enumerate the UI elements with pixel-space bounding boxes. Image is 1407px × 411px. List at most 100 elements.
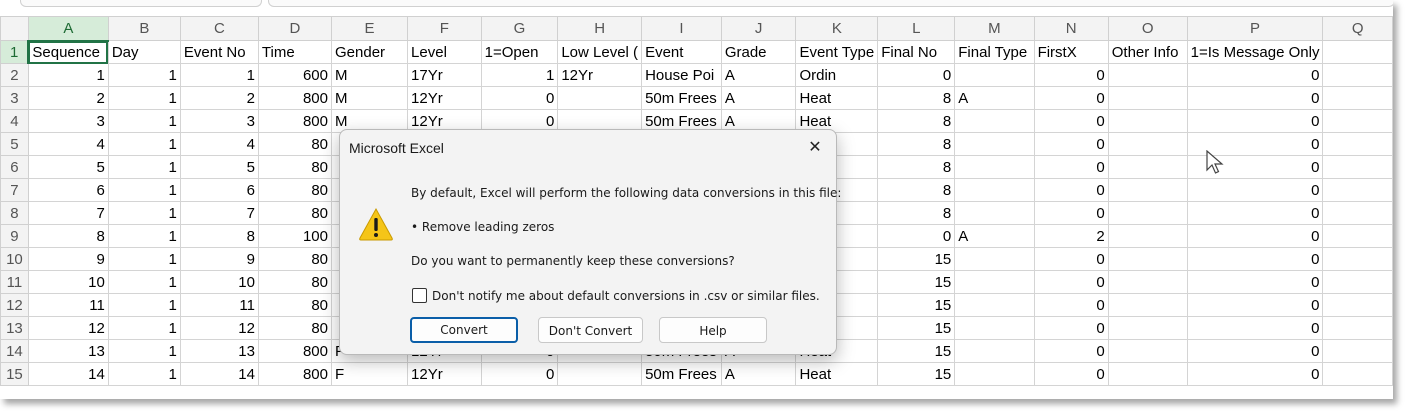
data-cell[interactable]: 1 <box>107 293 181 317</box>
data-cell[interactable] <box>1322 132 1393 156</box>
data-cell[interactable] <box>1322 270 1393 294</box>
data-cell[interactable]: 100 <box>257 224 333 248</box>
data-cell[interactable] <box>954 132 1035 156</box>
data-cell[interactable] <box>1107 316 1188 340</box>
data-cell[interactable] <box>1322 86 1393 110</box>
data-cell[interactable]: 8 <box>877 86 956 110</box>
close-icon[interactable]: ✕ <box>803 136 827 158</box>
select-all-corner[interactable] <box>0 16 29 41</box>
data-cell[interactable]: 13 <box>27 339 109 363</box>
data-cell[interactable]: 14 <box>27 362 109 386</box>
data-cell[interactable]: 0 <box>1186 109 1324 133</box>
data-cell[interactable] <box>1107 178 1188 202</box>
data-cell[interactable]: 15 <box>877 316 956 340</box>
header-cell[interactable]: Other Info <box>1107 40 1188 64</box>
data-cell[interactable]: 80 <box>257 316 333 340</box>
data-cell[interactable]: 8 <box>877 201 956 225</box>
help-button[interactable]: Help <box>659 317 767 343</box>
data-cell[interactable] <box>1107 339 1188 363</box>
data-cell[interactable]: 0 <box>1033 293 1109 317</box>
header-cell[interactable]: FirstX <box>1033 40 1109 64</box>
data-cell[interactable] <box>1322 155 1393 179</box>
row-header[interactable]: 1 <box>0 40 30 64</box>
row-header[interactable]: 8 <box>0 201 29 225</box>
notify-checkbox[interactable] <box>412 288 427 303</box>
header-cell[interactable]: Level <box>407 40 482 64</box>
data-cell[interactable]: 1 <box>107 362 181 386</box>
data-cell[interactable]: A <box>954 86 1035 110</box>
data-cell[interactable]: 2 <box>1033 224 1109 248</box>
data-cell[interactable]: 3 <box>179 109 259 133</box>
column-header[interactable]: L <box>877 16 956 41</box>
data-cell[interactable]: 1 <box>107 155 181 179</box>
data-cell[interactable] <box>954 201 1035 225</box>
data-cell[interactable]: 50m Frees <box>641 86 722 110</box>
data-cell[interactable] <box>1107 293 1188 317</box>
data-cell[interactable]: 80 <box>257 293 333 317</box>
data-cell[interactable]: F <box>330 362 409 386</box>
data-cell[interactable]: 6 <box>179 178 259 202</box>
data-cell[interactable]: 800 <box>257 109 333 133</box>
data-cell[interactable] <box>1322 224 1393 248</box>
data-cell[interactable]: 0 <box>1186 339 1324 363</box>
data-cell[interactable]: 1 <box>107 247 181 271</box>
row-header[interactable]: 10 <box>0 247 29 271</box>
data-cell[interactable]: 12Yr <box>557 63 643 87</box>
data-cell[interactable] <box>1107 109 1188 133</box>
data-cell[interactable]: 0 <box>1033 270 1109 294</box>
data-cell[interactable] <box>1107 362 1188 386</box>
row-header[interactable]: 14 <box>0 339 29 363</box>
data-cell[interactable]: A <box>720 86 797 110</box>
data-cell[interactable]: 0 <box>1186 247 1324 271</box>
data-cell[interactable]: 10 <box>27 270 109 294</box>
data-cell[interactable]: 80 <box>257 155 333 179</box>
data-cell[interactable]: 8 <box>877 155 956 179</box>
row-header[interactable]: 15 <box>0 362 29 386</box>
data-cell[interactable]: A <box>720 362 797 386</box>
data-cell[interactable]: 0 <box>1033 155 1109 179</box>
column-header[interactable]: C <box>179 16 259 41</box>
data-cell[interactable]: 14 <box>179 362 259 386</box>
row-header[interactable]: 3 <box>0 86 29 110</box>
data-cell[interactable]: 8 <box>877 109 956 133</box>
data-cell[interactable]: 0 <box>1033 362 1109 386</box>
data-cell[interactable]: 0 <box>877 224 956 248</box>
data-cell[interactable] <box>954 63 1035 87</box>
data-cell[interactable]: 0 <box>480 362 559 386</box>
data-cell[interactable]: 80 <box>257 201 333 225</box>
data-cell[interactable] <box>557 86 643 110</box>
data-cell[interactable] <box>954 362 1035 386</box>
data-cell[interactable]: 0 <box>1033 63 1109 87</box>
column-header[interactable]: H <box>557 16 643 41</box>
header-cell[interactable]: Low Level ( <box>557 40 643 64</box>
data-cell[interactable] <box>1322 63 1393 87</box>
data-cell[interactable]: 0 <box>1186 270 1324 294</box>
header-cell[interactable]: Time <box>257 40 333 64</box>
data-cell[interactable]: 8 <box>27 224 109 248</box>
data-cell[interactable]: 11 <box>27 293 109 317</box>
header-cell[interactable]: Event Type <box>795 40 879 64</box>
data-cell[interactable]: 1 <box>107 339 181 363</box>
notify-checkbox-label[interactable]: Don't notify me about default conversion… <box>432 289 820 303</box>
header-cell[interactable] <box>1322 40 1393 64</box>
data-cell[interactable]: 17Yr <box>407 63 482 87</box>
data-cell[interactable]: 50m Frees <box>641 362 722 386</box>
data-cell[interactable]: Heat <box>795 362 879 386</box>
data-cell[interactable]: 600 <box>257 63 333 87</box>
column-header[interactable]: F <box>407 16 482 41</box>
data-cell[interactable] <box>1107 86 1188 110</box>
data-cell[interactable]: 0 <box>877 63 956 87</box>
data-cell[interactable]: 15 <box>877 339 956 363</box>
data-cell[interactable] <box>954 178 1035 202</box>
data-cell[interactable]: 1 <box>179 63 259 87</box>
data-cell[interactable]: 15 <box>877 362 956 386</box>
header-cell[interactable]: Gender <box>330 40 409 64</box>
data-cell[interactable]: 800 <box>257 362 333 386</box>
data-cell[interactable]: 8 <box>179 224 259 248</box>
data-cell[interactable]: M <box>330 86 409 110</box>
data-cell[interactable] <box>954 155 1035 179</box>
data-cell[interactable]: 0 <box>1033 339 1109 363</box>
data-cell[interactable]: 1 <box>480 63 559 87</box>
data-cell[interactable]: 0 <box>1186 86 1324 110</box>
data-cell[interactable]: 0 <box>1033 316 1109 340</box>
